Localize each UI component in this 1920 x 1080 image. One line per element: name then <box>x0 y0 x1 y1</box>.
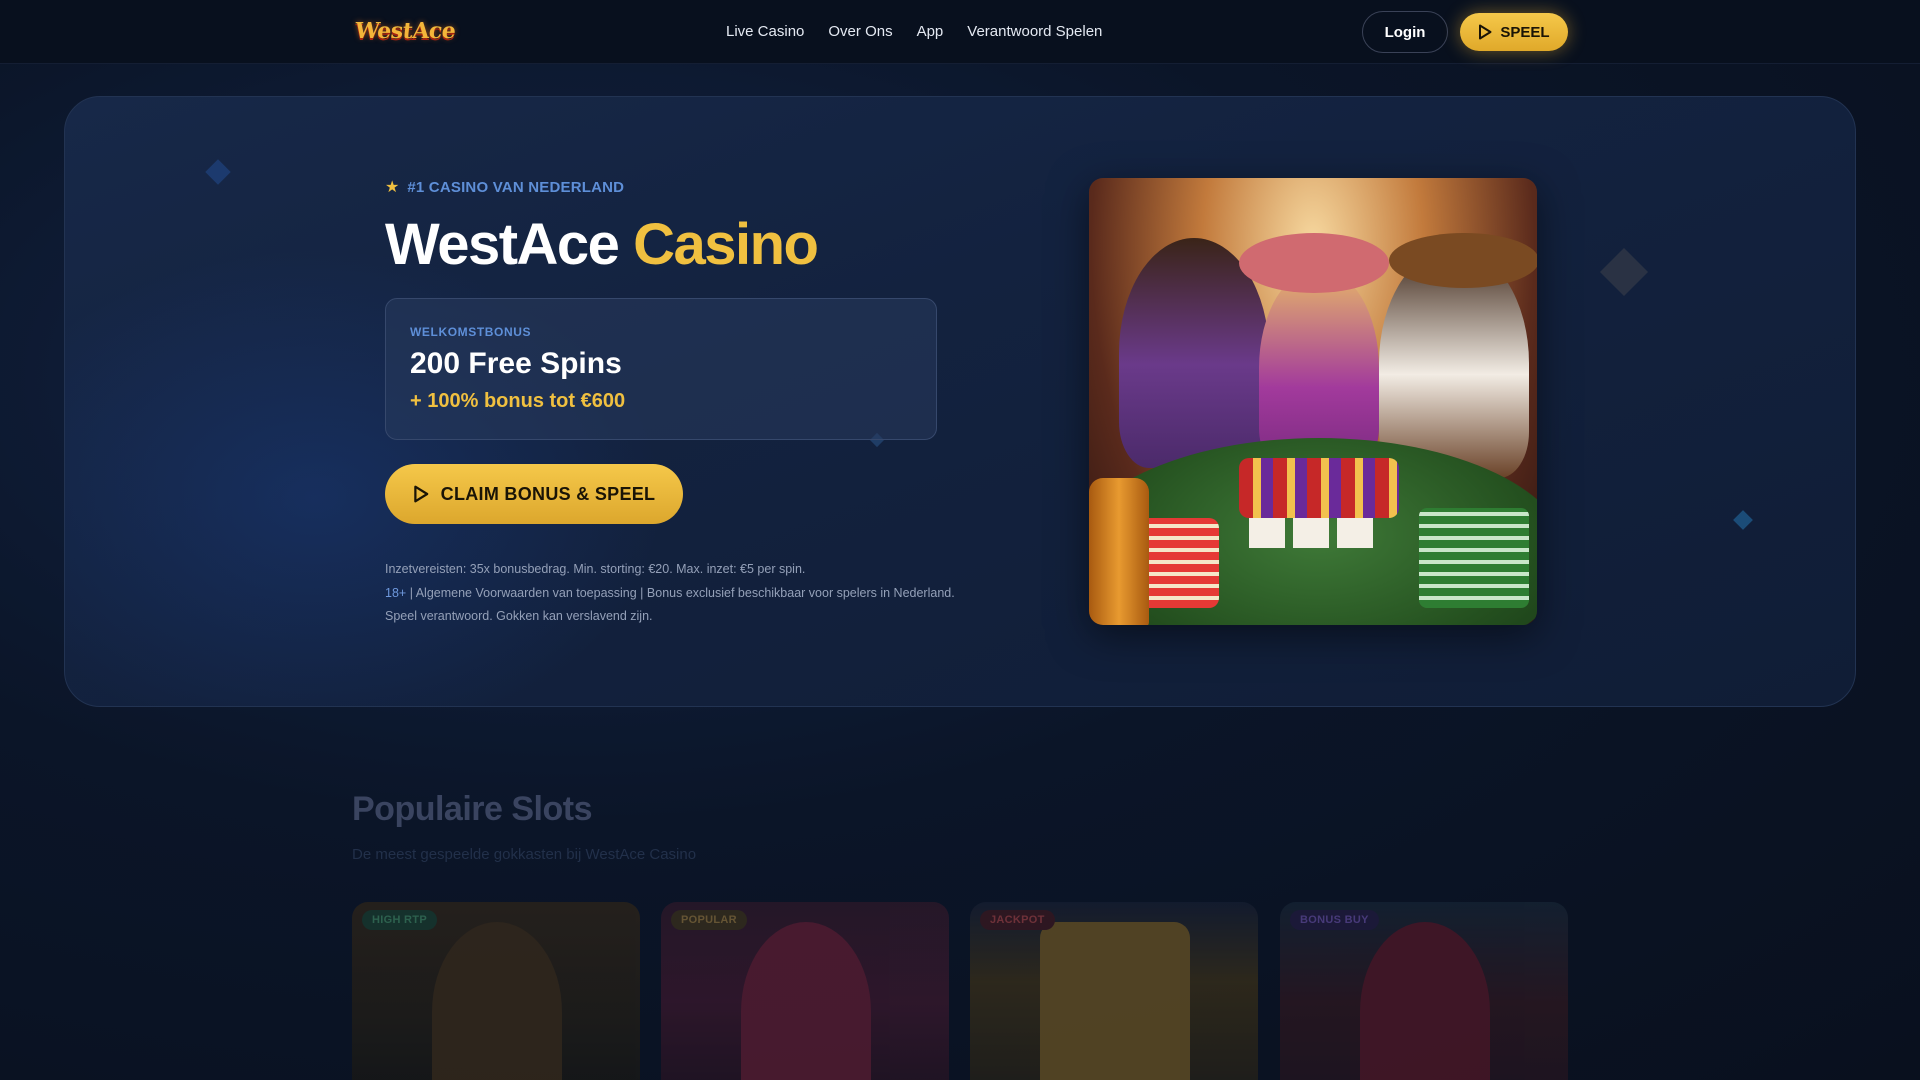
popular-slots-subtitle: De meest gespeelde gokkasten bij WestAce… <box>352 846 697 863</box>
slot-badge: POPULAR <box>671 910 747 930</box>
slot-badge: BONUS BUY <box>1290 910 1379 930</box>
decorative-diamond <box>205 159 231 185</box>
westace-logo[interactable]: WestAce <box>353 14 457 48</box>
hero-title-main: WestAce <box>385 212 620 277</box>
hero-title: WestAce Casino <box>385 211 819 278</box>
hero-tagline: ★ #1 CASINO VAN NEDERLAND <box>385 177 624 197</box>
bonus-main-offer: 200 Free Spins <box>410 347 622 380</box>
nav-over-ons[interactable]: Over Ons <box>828 20 892 44</box>
disclaimer-line: Speel verantwoord. Gokken kan verslavend… <box>385 609 653 623</box>
play-button[interactable]: SPEEL <box>1460 13 1568 51</box>
main-nav: Live Casino Over Ons App Verantwoord Spe… <box>726 20 1102 44</box>
disclaimer-line: Inzetvereisten: 35x bonusbedrag. Min. st… <box>385 562 806 576</box>
page: WestAce Live Casino Over Ons App Verantw… <box>0 0 1920 1080</box>
login-button[interactable]: Login <box>1362 11 1448 53</box>
play-icon <box>1479 24 1492 40</box>
slot-artwork <box>432 922 562 1080</box>
star-icon: ★ <box>385 179 400 196</box>
nav-app[interactable]: App <box>917 20 944 44</box>
welcome-bonus-card: WELKOMSTBONUS 200 Free Spins + 100% bonu… <box>385 298 937 440</box>
slot-card[interactable]: BONUS BUY <box>1280 902 1568 1080</box>
cash-stack <box>1419 508 1529 608</box>
nav-verantwoord-spelen[interactable]: Verantwoord Spelen <box>967 20 1102 44</box>
slot-badge: HIGH RTP <box>362 910 437 930</box>
slot-card[interactable]: JACKPOT <box>970 902 1258 1080</box>
cowboy-hat <box>1389 233 1537 288</box>
play-button-label: SPEEL <box>1500 23 1550 41</box>
decorative-diamond <box>1733 510 1753 530</box>
slot-artwork <box>1360 922 1490 1080</box>
whiskey-bottle <box>1089 478 1149 625</box>
playing-cards <box>1249 518 1379 548</box>
play-icon <box>413 485 428 503</box>
age-restriction: 18+ <box>385 585 407 600</box>
disclaimer-line: 18+ | Algemene Voorwaarden van toepassin… <box>385 582 965 606</box>
slot-card[interactable]: HIGH RTP <box>352 902 640 1080</box>
tagline-text: #1 CASINO VAN NEDERLAND <box>407 178 625 196</box>
decorative-diamond <box>1599 247 1649 297</box>
bonus-disclaimer: Inzetvereisten: 35x bonusbedrag. Min. st… <box>385 558 965 629</box>
claim-bonus-button[interactable]: CLAIM BONUS & SPEEL <box>385 464 683 524</box>
chip-stack <box>1239 458 1399 518</box>
nav-live-casino[interactable]: Live Casino <box>726 20 804 44</box>
bonus-label: WELKOMSTBONUS <box>410 325 532 339</box>
hero-section: ★ #1 CASINO VAN NEDERLAND WestAce Casino… <box>64 96 1856 707</box>
claim-bonus-label: CLAIM BONUS & SPEEL <box>440 483 656 504</box>
site-header: WestAce Live Casino Over Ons App Verantw… <box>0 0 1920 64</box>
popular-slots-title: Populaire Slots <box>352 790 593 828</box>
hero-title-accent: Casino <box>633 212 819 277</box>
slot-artwork <box>741 922 871 1080</box>
slot-badge: JACKPOT <box>980 910 1055 930</box>
bonus-sub-offer: + 100% bonus tot €600 <box>410 390 626 412</box>
cowboy-hat <box>1239 233 1389 293</box>
hero-casino-illustration <box>1089 178 1537 625</box>
slot-card[interactable]: POPULAR <box>661 902 949 1080</box>
disclaimer-terms: | Algemene Voorwaarden van toepassing | … <box>406 585 955 600</box>
slot-artwork <box>1040 922 1190 1080</box>
